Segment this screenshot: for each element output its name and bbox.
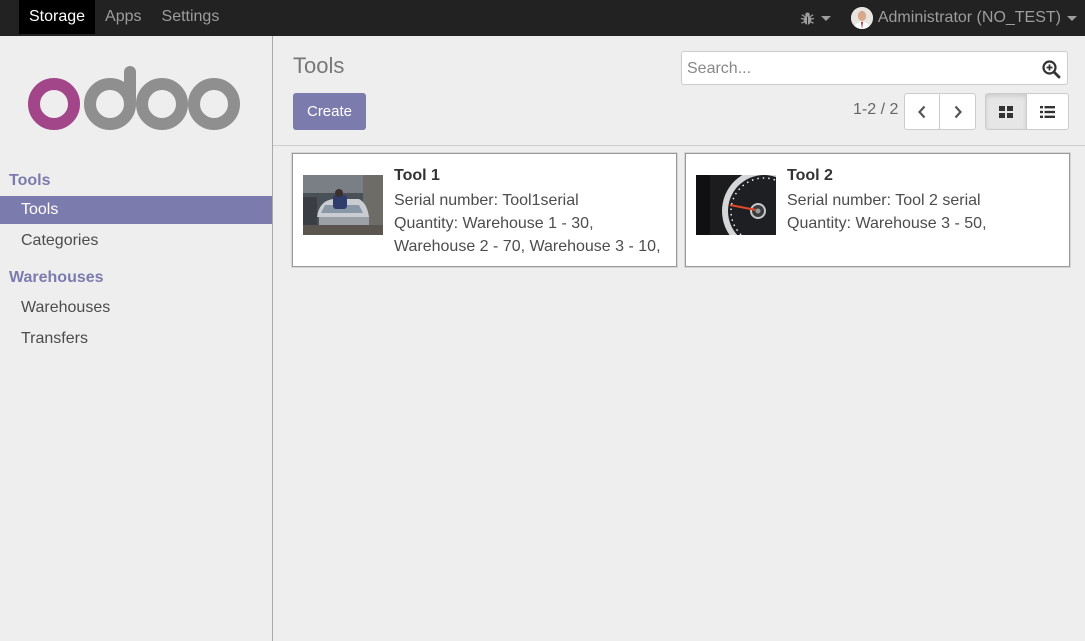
record-quantity: Quantity: Warehouse 1 - 30, [394,215,594,232]
record-serial: Serial number: Tool 2 serial [787,192,981,209]
sidebar: Tools Tools Categories Warehouses Wareho… [0,36,273,641]
menu-settings[interactable]: Settings [152,0,230,34]
chevron-right-icon [954,105,962,118]
debug-menu[interactable] [800,11,831,26]
list-view-button[interactable] [1027,93,1069,130]
record-image [696,175,776,235]
kanban-record-tool-1[interactable]: Tool 1 Serial number: Tool1serial Quanti… [292,153,677,267]
systray: Administrator (NO_TEST) [800,0,1085,36]
user-menu[interactable]: Administrator (NO_TEST) [850,7,1077,29]
record-details: Tool 2 Serial number: Tool 2 serial Quan… [787,166,1067,235]
record-serial: Serial number: Tool1serial [394,192,579,209]
page-title: Tools [293,53,345,78]
pager-next-button[interactable] [940,93,976,130]
bug-icon [800,12,815,25]
section-title-warehouses: Warehouses [9,269,104,286]
kanban-icon [999,105,1013,118]
menu-apps[interactable]: Apps [95,0,151,34]
chevron-left-icon [918,105,926,118]
sidebar-item-warehouses[interactable]: Warehouses [0,294,272,322]
search-input[interactable] [687,58,1027,80]
control-panel: Tools Create 1-2 / 2 [273,36,1085,146]
record-details: Tool 1 Serial number: Tool1serial Quanti… [394,166,674,258]
kanban-record-tool-2[interactable]: Tool 2 Serial number: Tool 2 serial Quan… [685,153,1070,267]
create-button[interactable]: Create [293,93,366,130]
search-icon[interactable] [1041,59,1061,79]
record-name: Tool 2 [787,167,833,184]
sidebar-item-categories[interactable]: Categories [0,227,272,255]
top-navbar: Storage Apps Settings Administrator (NO_… [0,0,1085,36]
chevron-down-icon [820,15,831,21]
user-name: Administrator (NO_TEST) [877,9,1061,26]
pager-value[interactable]: 1-2 / 2 [853,101,898,119]
sidebar-item-tools[interactable]: Tools [0,196,272,224]
app-menu: Storage Apps Settings [19,0,229,36]
kanban-view: Tool 1 Serial number: Tool1serial Quanti… [273,147,1085,641]
record-quantity: Warehouse 2 - 70, Warehouse 3 - 10, [394,238,661,255]
avatar [850,7,873,29]
record-name: Tool 1 [394,167,440,184]
pager-buttons [904,93,976,130]
record-image [303,175,383,235]
record-quantity: Quantity: Warehouse 3 - 50, [787,215,987,232]
pager-previous-button[interactable] [904,93,940,130]
menu-storage[interactable]: Storage [19,0,96,34]
chevron-down-icon [1067,15,1077,21]
list-icon [1040,105,1055,118]
odoo-logo[interactable] [28,64,240,134]
sidebar-item-transfers[interactable]: Transfers [0,325,272,353]
section-title-tools: Tools [9,172,51,189]
search-box [681,51,1068,85]
kanban-view-button[interactable] [985,93,1027,130]
view-switcher [985,93,1069,130]
